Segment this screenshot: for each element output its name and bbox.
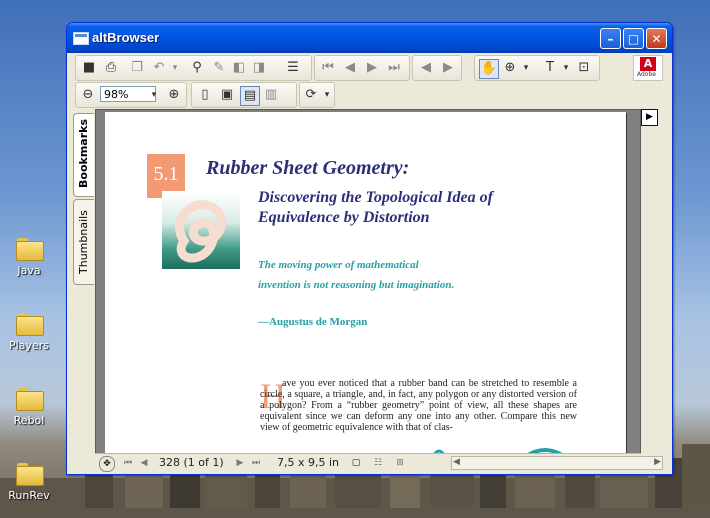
- forward-icon[interactable]: ▶: [439, 59, 457, 77]
- previous-page-icon[interactable]: ◀: [341, 59, 359, 77]
- fit-visible-icon[interactable]: ▥: [262, 86, 280, 104]
- epigraph-quote: The moving power of mathematical inventi…: [258, 259, 455, 291]
- vertical-scrollbar[interactable]: ▶: [641, 109, 658, 454]
- continuous-layout-icon[interactable]: ☷: [371, 456, 385, 470]
- navigation-tabs: Bookmarks Thumbnails: [72, 109, 94, 454]
- desktop-icon-label: Players: [9, 339, 49, 352]
- zoom-select-dropdown-icon[interactable]: ▾: [145, 86, 163, 104]
- maximize-button[interactable]: □: [623, 28, 644, 49]
- tab-thumbnails-label: Thumbnails: [77, 210, 90, 274]
- folder-icon: [16, 313, 44, 336]
- browser-window: altBrowser – □ ✕ ■ ⎙ ❐ ↶ ▾ ⚲ ✎ ◧ ◨ ☰ ⏮ ◀…: [66, 22, 673, 475]
- search-tool-icon[interactable]: ✎: [210, 59, 228, 77]
- zoom-dropdown-icon[interactable]: ▾: [517, 59, 535, 77]
- move-icon[interactable]: ✥: [99, 456, 115, 472]
- next-page-icon[interactable]: ▶: [363, 59, 381, 77]
- expand-pane-icon[interactable]: ▶: [641, 109, 658, 126]
- desktop-icon-rebol[interactable]: Rebol: [6, 388, 52, 427]
- zoom-group: ⊖ 98% ▾ ⊕: [75, 82, 187, 108]
- single-page-layout-icon[interactable]: ▢: [349, 456, 363, 470]
- text-select-dropdown-icon[interactable]: ▾: [557, 59, 575, 77]
- next-page-status-icon[interactable]: ▶: [233, 456, 247, 470]
- page-number-field[interactable]: 328 (1 of 1): [159, 456, 229, 470]
- desktop-icon-runrev[interactable]: RunRev: [6, 463, 52, 502]
- zoom-in-icon[interactable]: ⊕: [165, 86, 183, 104]
- adobe-a-icon: A: [640, 57, 656, 71]
- page-size-label: 7,5 x 9,5 in: [277, 456, 340, 469]
- find-icon[interactable]: ⚲: [188, 59, 206, 77]
- page-right-icon[interactable]: ◨: [250, 59, 268, 77]
- minimize-button[interactable]: –: [600, 28, 621, 49]
- window-icon: [73, 32, 89, 45]
- history-group: ◀ ▶: [412, 55, 462, 81]
- copy-icon[interactable]: ❐: [128, 59, 146, 77]
- navigation-group: ⏮ ◀ ▶ ⏭: [314, 55, 410, 81]
- undo-dropdown-icon[interactable]: ▾: [166, 59, 184, 77]
- first-page-status-icon[interactable]: ⏮: [121, 456, 135, 470]
- last-page-icon[interactable]: ⏭: [385, 59, 403, 77]
- chapter-title: Rubber Sheet Geometry:: [206, 157, 410, 179]
- rotate-group: ⟳ ▾: [299, 82, 335, 108]
- page-left-icon[interactable]: ◧: [230, 59, 248, 77]
- adobe-label: Adobe: [637, 71, 656, 78]
- body-paragraph-text: ave you ever noticed that a rubber band …: [260, 378, 577, 433]
- last-page-status-icon[interactable]: ⏭: [249, 456, 263, 470]
- zoom-out-icon[interactable]: ⊖: [79, 86, 97, 104]
- horizontal-scrollbar[interactable]: ◀ ▶: [451, 456, 663, 470]
- adobe-logo: A Adobe: [633, 55, 663, 81]
- topology-illustration: [162, 191, 240, 269]
- facing-layout-icon[interactable]: ⊞: [393, 456, 407, 470]
- back-icon[interactable]: ◀: [417, 59, 435, 77]
- fit-page-icon[interactable]: ▣: [218, 86, 236, 104]
- snapshot-icon[interactable]: ⊡: [575, 59, 593, 77]
- print-icon[interactable]: ⎙: [102, 59, 120, 77]
- tab-bookmarks-label: Bookmarks: [77, 119, 90, 188]
- document-view[interactable]: 5.1 Rubber Sheet Geometry: Discovering t…: [95, 109, 641, 456]
- scroll-left-icon[interactable]: ◀: [453, 457, 460, 467]
- close-button[interactable]: ✕: [646, 28, 667, 49]
- tab-bookmarks[interactable]: Bookmarks: [73, 113, 94, 197]
- save-icon[interactable]: ■: [80, 59, 98, 77]
- title-bar[interactable]: altBrowser – □ ✕: [67, 23, 672, 53]
- folder-icon: [16, 388, 44, 411]
- chapter-subtitle: Discovering the Topological Idea of Equi…: [258, 189, 493, 226]
- desktop-icon-players[interactable]: Players: [6, 313, 52, 352]
- view-group: ▯ ▣ ▤ ▥: [191, 82, 297, 108]
- body-paragraph: ave you ever noticed that a rubber band …: [260, 378, 577, 433]
- tab-thumbnails[interactable]: Thumbnails: [73, 199, 94, 285]
- desktop-icon-label: Rebol: [13, 414, 45, 427]
- pdf-page: 5.1 Rubber Sheet Geometry: Discovering t…: [105, 112, 626, 455]
- bookmarks-pane-icon[interactable]: ☰: [284, 59, 302, 77]
- scroll-right-icon[interactable]: ▶: [654, 457, 661, 467]
- fit-width-icon[interactable]: ▤: [240, 86, 260, 106]
- hand-tool-icon[interactable]: ✋: [479, 59, 499, 79]
- tools-group: ✋ ⊕ ▾ T ▾ ⊡: [474, 55, 600, 81]
- desktop-icon-label: Java: [17, 264, 41, 277]
- actual-size-icon[interactable]: ▯: [196, 86, 214, 104]
- folder-icon: [16, 238, 44, 261]
- folder-icon: [16, 463, 44, 486]
- rotate-dropdown-icon[interactable]: ▾: [318, 86, 336, 104]
- rubber-band-icon: [175, 200, 226, 263]
- epigraph-author: —Augustus de Morgan: [258, 316, 368, 328]
- first-page-icon[interactable]: ⏮: [319, 59, 337, 77]
- desktop-icon-java[interactable]: Java: [6, 238, 52, 277]
- status-bar: ✥ ⏮ ◀ 328 (1 of 1) ▶ ⏭ 7,5 x 9,5 in ▢ ☷ …: [95, 453, 663, 472]
- file-edit-group: ■ ⎙ ❐ ↶ ▾ ⚲ ✎ ◧ ◨ ☰: [75, 55, 312, 81]
- window-title: altBrowser: [92, 30, 160, 45]
- previous-page-status-icon[interactable]: ◀: [137, 456, 151, 470]
- desktop-icon-label: RunRev: [8, 489, 50, 502]
